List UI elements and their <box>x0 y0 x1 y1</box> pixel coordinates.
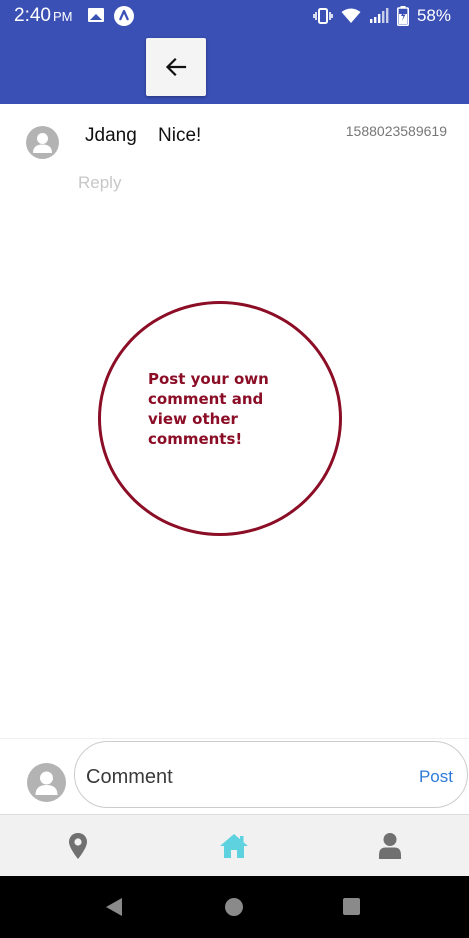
reply-button[interactable]: Reply <box>78 173 121 193</box>
post-button[interactable]: Post <box>419 767 453 787</box>
back-button[interactable] <box>146 38 206 96</box>
annotation-text: Post your own comment and view other com… <box>148 370 269 448</box>
comment-text: Nice! <box>158 125 202 146</box>
nav-recents-icon[interactable] <box>343 898 360 915</box>
bottom-tab-bar <box>0 814 469 876</box>
comment-timestamp: 1588023589619 <box>345 123 447 139</box>
nav-back-icon[interactable] <box>106 898 122 916</box>
android-nav-bar <box>0 876 469 938</box>
status-bar: 2:40 PM 58% <box>0 0 469 32</box>
tab-map[interactable] <box>0 815 156 877</box>
user-avatar-icon <box>33 133 52 153</box>
status-time-value: 2:40 <box>14 5 51 26</box>
composer-avatar <box>27 763 66 802</box>
battery-percent: 58% <box>416 6 451 25</box>
user-icon <box>379 833 401 859</box>
comment-input[interactable]: Comment Post <box>74 741 468 808</box>
home-icon <box>220 834 248 858</box>
signal-icon <box>369 8 389 23</box>
user-avatar-icon <box>35 771 58 795</box>
tab-home[interactable] <box>156 815 312 877</box>
map-pin-icon <box>69 833 87 859</box>
arrow-left-icon <box>165 57 187 77</box>
comments-screen: 2:40 PM 58% Jdang Nice! 1588023589619 Re… <box>0 0 469 938</box>
status-time-ampm: PM <box>52 9 73 24</box>
status-icons: 58% <box>313 5 451 27</box>
battery-icon <box>396 6 409 26</box>
nav-home-icon[interactable] <box>225 898 243 916</box>
comment-composer: Comment Post <box>0 738 469 814</box>
gallery-icon <box>88 8 104 22</box>
comment-author: Jdang <box>85 125 137 146</box>
app-bar <box>0 32 469 104</box>
status-time: 2:40 PM <box>14 5 72 27</box>
tab-profile[interactable] <box>312 815 468 877</box>
vibrate-icon <box>313 8 333 24</box>
comment-item: Jdang Nice! 1588023589619 Reply <box>0 104 469 204</box>
wifi-icon <box>341 8 361 23</box>
expo-icon <box>114 6 134 26</box>
comment-placeholder: Comment <box>86 766 173 788</box>
avatar <box>26 126 59 159</box>
